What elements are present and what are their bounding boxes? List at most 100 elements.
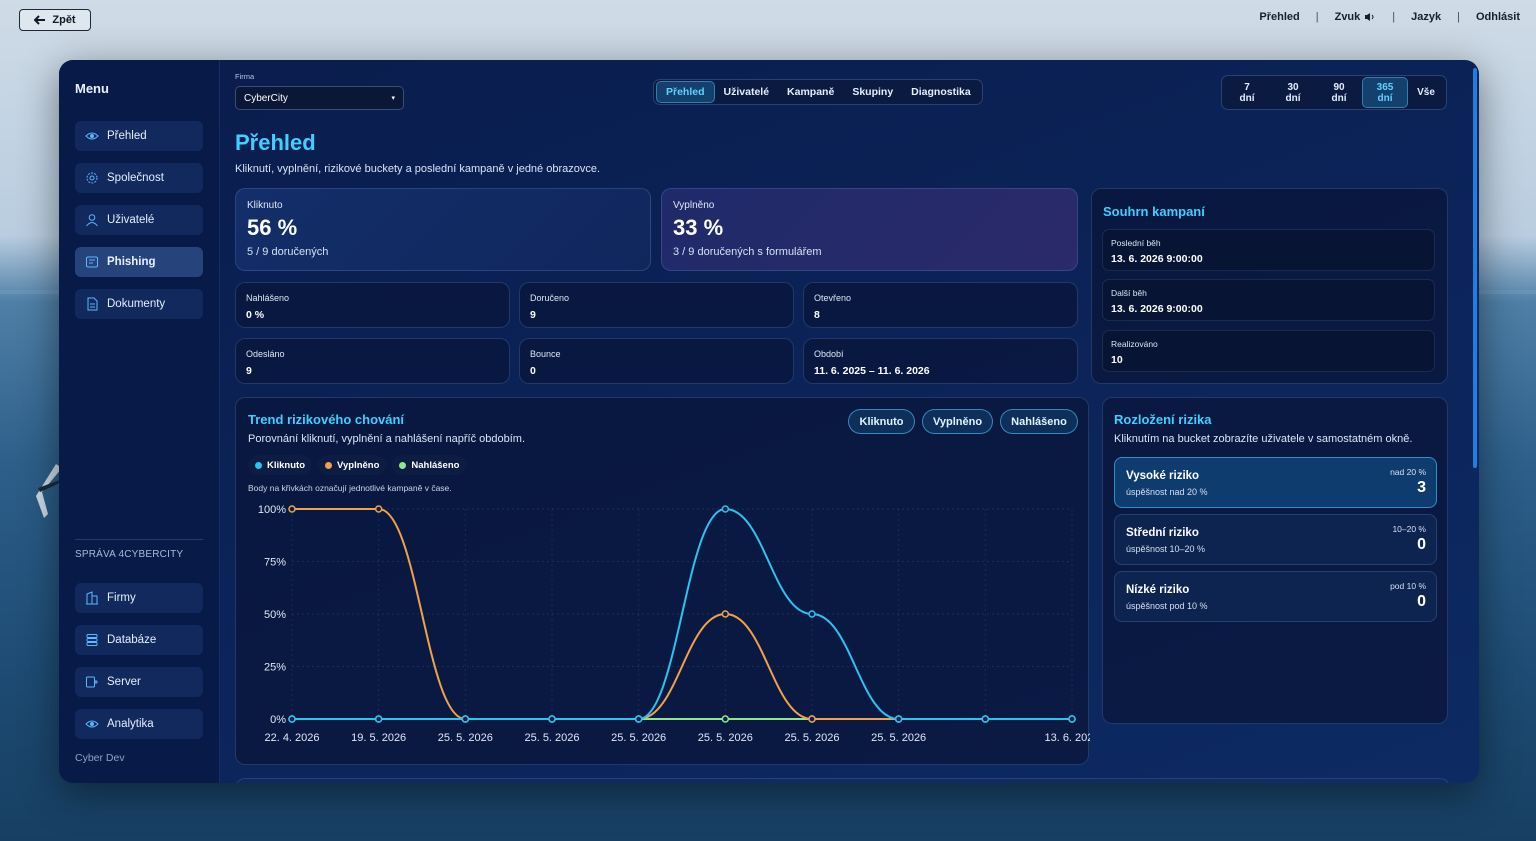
tab-bar: Přehled Uživatelé Kampaně Skupiny Diagno…: [653, 79, 983, 105]
sidebar: Menu Přehled Společnost Uživatelé Phishi…: [59, 60, 220, 783]
x-tick-label: 25. 5. 2026: [871, 732, 926, 744]
scrollbar[interactable]: [1473, 68, 1477, 468]
bucket-range: 10–20 %: [1392, 524, 1426, 534]
data-point-kliknuto: [374, 715, 383, 723]
nav-logout[interactable]: Odhlásit: [1460, 11, 1520, 23]
sidebar-item-phishing[interactable]: Phishing: [75, 247, 203, 277]
data-point-kliknuto: [894, 715, 903, 723]
stat-value: 9: [246, 365, 252, 377]
bucket-name: Nízké riziko: [1126, 584, 1190, 596]
data-point-kliknuto: [808, 610, 816, 618]
stat-opened: Otevřeno 8: [803, 282, 1078, 328]
nav-sound-label: Zvuk: [1334, 11, 1361, 23]
stat-value: 0: [530, 365, 536, 377]
x-tick-label: 19. 5. 2026: [351, 732, 406, 744]
nav-language[interactable]: Jazyk: [1395, 11, 1457, 23]
range-value: 7: [1244, 81, 1250, 93]
bucket-count: 0: [1417, 593, 1426, 610]
kpi-label: Vyplněno: [673, 200, 715, 211]
stat-delivered: Doručeno 9: [519, 282, 794, 328]
sidebar-item-label: Přehled: [107, 130, 147, 142]
nav-sound[interactable]: Zvuk: [1319, 11, 1393, 23]
tab-overview[interactable]: Přehled: [656, 81, 715, 103]
stat-reported: Nahlášeno 0 %: [235, 282, 510, 328]
nav-overview[interactable]: Přehled: [1243, 11, 1315, 23]
tab-groups[interactable]: Skupiny: [843, 81, 902, 103]
trend-line-chart: 100% 75% 50% 25% 0% 22. 4. 2026 19. 5. 2026 25.…: [258, 504, 1090, 744]
kpi-value: 56 %: [247, 215, 298, 240]
y-tick-label: 50%: [264, 609, 286, 621]
range-all[interactable]: Vše: [1408, 77, 1444, 108]
range-30-days[interactable]: 30 dní: [1270, 77, 1316, 108]
sidebar-item-analytics[interactable]: Analytika: [75, 709, 203, 739]
sidebar-item-overview[interactable]: Přehled: [75, 121, 203, 151]
legend-clicked[interactable]: Kliknuto: [248, 455, 312, 475]
sidebar-item-server[interactable]: Server: [75, 667, 203, 697]
filter-clicked-button[interactable]: Kliknuto: [848, 409, 915, 434]
risk-bucket-low[interactable]: Nízké riziko úspěšnost pod 10 % pod 10 %…: [1114, 571, 1437, 622]
range-90-days[interactable]: 90 dní: [1316, 77, 1362, 108]
back-button[interactable]: Zpět: [19, 9, 91, 31]
summary-value: 13. 6. 2026 9:00:00: [1111, 253, 1203, 265]
speaker-icon: [1365, 13, 1374, 21]
risk-title: Rozložení rizika: [1114, 412, 1212, 427]
filter-filled-button[interactable]: Vyplněno: [922, 409, 993, 434]
trend-subtitle: Porovnání kliknutí, vyplnění a nahlášení…: [248, 433, 526, 445]
risk-subtitle: Kliknutím na bucket zobrazíte uživatele …: [1114, 433, 1413, 445]
bucket-desc: úspěšnost nad 20 %: [1126, 487, 1208, 497]
data-point-kliknuto: [721, 505, 730, 513]
kpi-filled-card: Vyplněno 33 % 3 / 9 doručených s formulá…: [661, 188, 1078, 271]
back-arrow-icon: [34, 15, 46, 25]
sidebar-item-documents[interactable]: Dokumenty: [75, 289, 203, 319]
eye-icon: [85, 132, 99, 140]
legend-reported[interactable]: Nahlášeno: [392, 455, 467, 475]
eye-icon: [85, 720, 99, 728]
legend-label: Nahlášeno: [411, 459, 460, 471]
range-unit: dní: [1331, 92, 1347, 104]
legend-dot: [399, 461, 407, 469]
server-icon: [86, 676, 98, 688]
document-icon: [87, 297, 98, 311]
range-7-days[interactable]: 7 dní: [1224, 77, 1270, 108]
stat-label: Otevřeno: [814, 293, 852, 303]
page-subtitle: Kliknutí, vyplnění, rizikové buckety a p…: [235, 163, 601, 175]
firm-select[interactable]: CyberCity ▾: [235, 86, 404, 110]
summary-label: Další běh: [1111, 288, 1147, 298]
chevron-down-icon: ▾: [391, 95, 395, 102]
sidebar-section-title: SPRÁVA 4CYBERCITY: [75, 549, 184, 560]
sidebar-item-users[interactable]: Uživatelé: [75, 205, 203, 235]
summary-last-run: Poslední běh 13. 6. 2026 9:00:00: [1102, 229, 1435, 271]
legend-filled[interactable]: Vyplněno: [318, 455, 387, 475]
sidebar-item-database[interactable]: Databáze: [75, 625, 203, 655]
range-365-days[interactable]: 365 dní: [1362, 77, 1408, 108]
data-point-kliknuto: [548, 715, 556, 723]
phishing-icon: [86, 256, 98, 268]
x-tick-label: 25. 5. 2026: [611, 732, 666, 744]
stat-label: Období: [814, 349, 844, 359]
firm-label: Firma: [235, 72, 255, 81]
main-window: Menu Přehled Společnost Uživatelé Phishi…: [59, 60, 1479, 783]
sidebar-item-company[interactable]: Společnost: [75, 163, 203, 193]
stat-sent: Odesláno 9: [235, 338, 510, 384]
legend-label: Vyplněno: [337, 459, 380, 471]
x-tick-label: 22. 4. 2026: [264, 732, 319, 744]
sidebar-item-firms[interactable]: Firmy: [75, 583, 203, 613]
risk-bucket-high[interactable]: Vysoké riziko úspěšnost nad 20 % nad 20 …: [1114, 457, 1437, 508]
tab-campaigns[interactable]: Kampaně: [778, 81, 843, 103]
campaign-summary-card: Souhrn kampaní Poslední běh 13. 6. 2026 …: [1091, 188, 1448, 384]
stat-value: 11. 6. 2025 – 11. 6. 2026: [814, 365, 930, 377]
filter-reported-button[interactable]: Nahlášeno: [1000, 409, 1078, 434]
data-point-kliknuto: [288, 715, 296, 723]
tab-diagnostics[interactable]: Diagnostika: [902, 81, 980, 103]
y-tick-label: 100%: [258, 504, 286, 516]
risk-bucket-medium[interactable]: Střední riziko úspěšnost 10–20 % 10–20 %…: [1114, 514, 1437, 565]
data-point-kliknuto: [461, 715, 470, 723]
chart-legend: Kliknuto Vyplněno Nahlášeno: [248, 455, 467, 475]
firm-select-value: CyberCity: [244, 92, 288, 104]
summary-label: Poslední běh: [1111, 238, 1161, 248]
tab-users[interactable]: Uživatelé: [715, 81, 779, 103]
y-tick-label: 25%: [264, 662, 286, 674]
gear-icon: [86, 172, 98, 184]
bucket-name: Střední riziko: [1126, 527, 1199, 539]
stat-value: 9: [530, 309, 536, 321]
